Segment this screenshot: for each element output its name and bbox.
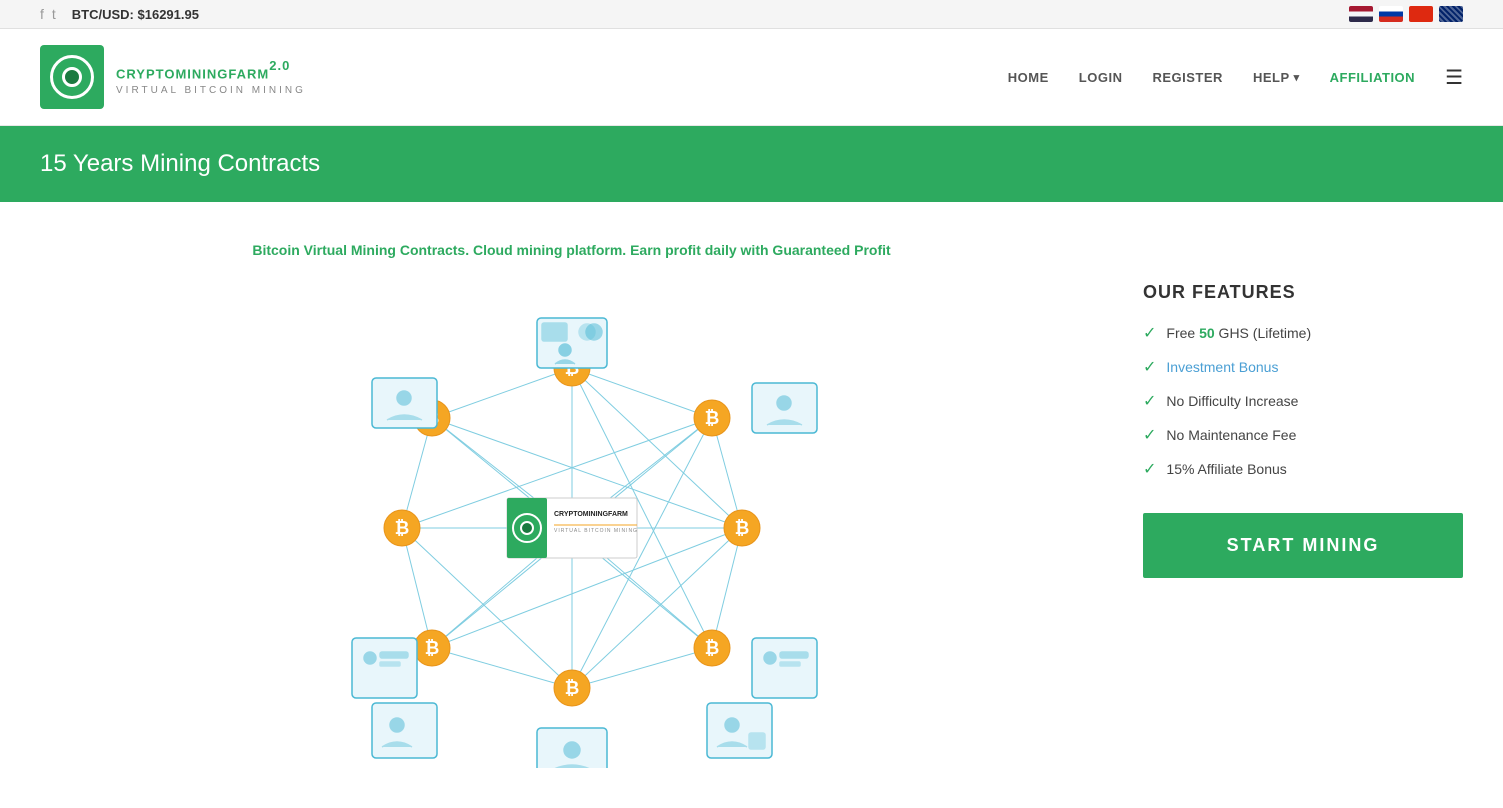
logo-version: 2.0 [269,58,290,73]
svg-text:₿: ₿ [704,408,719,428]
flag-thailand[interactable] [1349,6,1373,22]
feature-no-difficulty: ✓ No Difficulty Increase [1143,391,1463,411]
header: CRYPTOMININGFARM2.0 VIRTUAL BITCOIN MINI… [0,29,1503,126]
flag-russia[interactable] [1379,6,1403,22]
page-banner: 15 Years Mining Contracts [0,126,1503,202]
main-nav: HOME LOGIN REGISTER HELP AFFILIATION ☰ [1008,65,1463,90]
svg-text:₿: ₿ [424,638,439,658]
svg-text:VIRTUAL BITCOIN MINING: VIRTUAL BITCOIN MINING [554,528,638,534]
features-title: OUR FEATURES [1143,282,1463,303]
btc-price: BTC/USD: $16291.95 [72,7,199,22]
feature-no-maintenance: ✓ No Maintenance Fee [1143,425,1463,445]
check-icon-free-ghs: ✓ [1143,323,1156,343]
affiliate-bonus-text: 15% Affiliate Bonus [1166,461,1286,477]
logo[interactable]: CRYPTOMININGFARM2.0 VIRTUAL BITCOIN MINI… [40,45,306,109]
main-content: Bitcoin Virtual Mining Contracts. Cloud … [0,202,1503,808]
logo-circle-outer [50,55,94,99]
logo-icon-box [40,45,104,109]
language-flags [1349,6,1463,22]
no-maintenance-text: No Maintenance Fee [1166,427,1296,443]
tagline-start: Bitcoin Virtual Mining Contracts. Cloud … [252,242,626,258]
check-icon-difficulty: ✓ [1143,391,1156,411]
banner-title: 15 Years Mining Contracts [40,150,1463,178]
tagline-highlight: Earn profit daily with Guaranteed Profit [630,242,891,258]
nav-affiliation[interactable]: AFFILIATION [1330,70,1415,85]
logo-title: CRYPTOMININGFARM2.0 [116,58,306,84]
topbar: f t BTC/USD: $16291.95 [0,0,1503,29]
left-content: Bitcoin Virtual Mining Contracts. Cloud … [40,242,1103,768]
check-icon-affiliate: ✓ [1143,459,1156,479]
svg-text:CRYPTOMININGFARM: CRYPTOMININGFARM [554,511,628,518]
nav-help[interactable]: HELP [1253,70,1300,85]
svg-text:₿: ₿ [394,518,409,538]
logo-subtitle: VIRTUAL BITCOIN MINING [116,85,306,96]
tagline: Bitcoin Virtual Mining Contracts. Cloud … [252,242,890,258]
feature-investment-bonus: ✓ Investment Bonus [1143,357,1463,377]
svg-text:₿: ₿ [704,638,719,658]
check-icon-investment: ✓ [1143,357,1156,377]
btc-value: $16291.95 [138,7,199,22]
nav-register[interactable]: REGISTER [1152,70,1222,85]
feature-free-ghs-text: Free 50 GHS (Lifetime) [1166,325,1311,341]
right-panel: OUR FEATURES ✓ Free 50 GHS (Lifetime) ✓ … [1143,242,1463,768]
start-mining-button[interactable]: START MINING [1143,513,1463,578]
nav-login[interactable]: LOGIN [1079,70,1123,85]
svg-text:₿: ₿ [734,518,749,538]
flag-china[interactable] [1409,6,1433,22]
logo-circle-inner [62,67,82,87]
logo-text: CRYPTOMININGFARM2.0 VIRTUAL BITCOIN MINI… [116,58,306,95]
twitter-icon[interactable]: t [52,6,56,22]
btc-label: BTC/USD: [72,7,134,22]
facebook-icon[interactable]: f [40,6,44,22]
feature-free-ghs: ✓ Free 50 GHS (Lifetime) [1143,323,1463,343]
feature-ghs-number: 50 [1199,325,1215,341]
social-icons: f t [40,6,56,22]
hamburger-icon[interactable]: ☰ [1445,65,1463,90]
svg-text:₿: ₿ [564,678,579,698]
nav-home[interactable]: HOME [1008,70,1049,85]
network-diagram: ₿ ₿ ₿ ₿ ₿ ₿ ₿ ₿ [322,288,822,768]
no-difficulty-text: No Difficulty Increase [1166,393,1298,409]
check-icon-maintenance: ✓ [1143,425,1156,445]
feature-affiliate-bonus: ✓ 15% Affiliate Bonus [1143,459,1463,479]
investment-bonus-link[interactable]: Investment Bonus [1166,359,1278,375]
flag-uk[interactable] [1439,6,1463,22]
